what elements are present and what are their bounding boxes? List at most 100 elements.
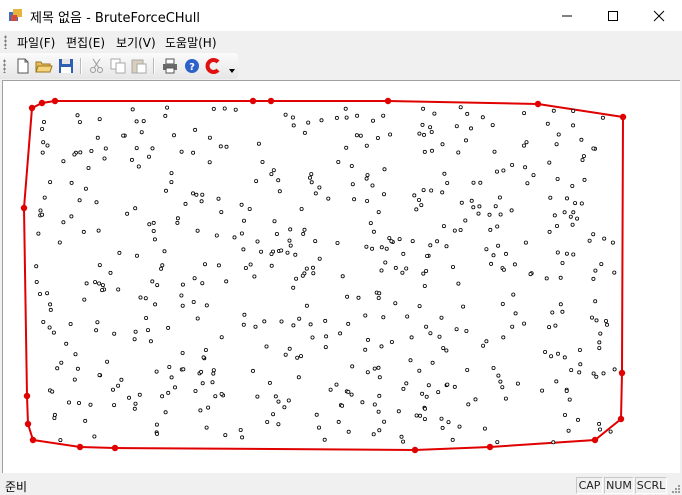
open-icon[interactable]	[35, 57, 53, 75]
drawing-canvas[interactable]	[2, 80, 680, 473]
toolbar-overflow-icon[interactable]	[228, 66, 236, 74]
close-button[interactable]	[636, 0, 682, 31]
data-point	[334, 382, 339, 387]
menu-view[interactable]: 보기(V)	[116, 34, 156, 51]
data-point	[473, 397, 478, 402]
data-point	[250, 368, 255, 373]
data-point	[239, 231, 244, 236]
data-point	[555, 250, 560, 255]
menu-grip[interactable]	[4, 35, 7, 49]
data-point	[94, 328, 99, 333]
data-point	[349, 392, 354, 397]
data-point	[379, 245, 384, 250]
data-point	[88, 402, 93, 407]
data-point	[428, 331, 433, 336]
data-point	[313, 239, 318, 244]
copy-icon[interactable]	[109, 57, 127, 75]
data-point	[95, 135, 100, 140]
data-point	[389, 239, 394, 244]
data-point	[248, 262, 253, 267]
data-point	[377, 291, 382, 296]
data-point	[117, 250, 122, 255]
app-about-icon[interactable]	[204, 57, 222, 75]
data-point	[97, 117, 102, 122]
data-point	[581, 154, 586, 159]
cut-icon[interactable]	[88, 57, 106, 75]
data-point	[48, 307, 53, 312]
data-point	[456, 281, 461, 286]
scrl-indicator: SCRL	[635, 477, 667, 494]
data-point	[344, 115, 349, 120]
data-point	[51, 330, 56, 335]
resize-grip-icon[interactable]	[670, 483, 680, 493]
data-point	[300, 273, 305, 278]
menu-file[interactable]: 파일(F)	[17, 34, 55, 51]
data-point	[597, 340, 602, 345]
data-point	[183, 201, 188, 206]
data-point	[138, 295, 143, 300]
data-point	[495, 440, 500, 445]
data-point	[163, 113, 168, 118]
data-point	[116, 287, 121, 292]
data-point	[463, 218, 468, 223]
data-point	[376, 295, 381, 300]
title-bar[interactable]: 제목 없음 - BruteForceCHull	[0, 0, 682, 31]
data-point	[59, 360, 64, 365]
data-point	[218, 144, 223, 149]
maximize-button[interactable]	[590, 0, 636, 31]
new-icon[interactable]	[14, 57, 32, 75]
data-point	[579, 137, 584, 142]
data-point	[242, 312, 247, 317]
minimize-button[interactable]	[544, 0, 590, 31]
save-icon[interactable]	[57, 57, 75, 75]
help-icon[interactable]: ?	[183, 57, 201, 75]
data-point	[306, 120, 311, 125]
data-point	[133, 206, 138, 211]
data-point	[233, 107, 238, 112]
data-point	[213, 394, 218, 399]
window-title: 제목 없음 - BruteForceCHull	[30, 11, 201, 26]
data-point	[419, 203, 424, 208]
data-point	[195, 228, 200, 233]
data-point	[605, 322, 610, 327]
data-point	[422, 417, 427, 422]
data-point	[452, 384, 457, 389]
data-point	[555, 223, 560, 228]
data-point	[571, 210, 576, 215]
data-point	[471, 205, 476, 210]
data-point	[465, 367, 470, 372]
data-point	[310, 265, 315, 270]
data-point	[276, 399, 281, 404]
data-point	[577, 370, 582, 375]
toolbar-grip[interactable]	[3, 59, 6, 73]
data-point	[510, 163, 515, 168]
data-point	[429, 130, 434, 135]
print-icon[interactable]	[161, 57, 179, 75]
data-point	[243, 265, 248, 270]
paste-icon[interactable]	[130, 57, 148, 75]
menu-help[interactable]: 도움말(H)	[165, 34, 217, 51]
data-point	[265, 419, 270, 424]
data-point	[445, 382, 450, 387]
data-point	[309, 180, 314, 185]
data-point	[323, 345, 328, 350]
data-point	[163, 188, 168, 193]
data-point	[214, 233, 219, 238]
data-point	[422, 149, 427, 154]
data-point	[560, 260, 565, 265]
data-point	[287, 346, 292, 351]
data-point	[151, 220, 156, 225]
data-point	[375, 136, 380, 141]
data-point	[293, 252, 298, 257]
data-point	[350, 182, 355, 187]
data-point	[381, 315, 386, 320]
data-point	[370, 183, 375, 188]
data-point	[421, 188, 426, 193]
data-point	[551, 108, 556, 113]
data-point	[204, 303, 209, 308]
data-point	[602, 236, 607, 241]
data-point	[610, 240, 615, 245]
menu-edit[interactable]: 편집(E)	[66, 34, 105, 51]
data-point	[435, 239, 440, 244]
data-point	[562, 355, 567, 360]
